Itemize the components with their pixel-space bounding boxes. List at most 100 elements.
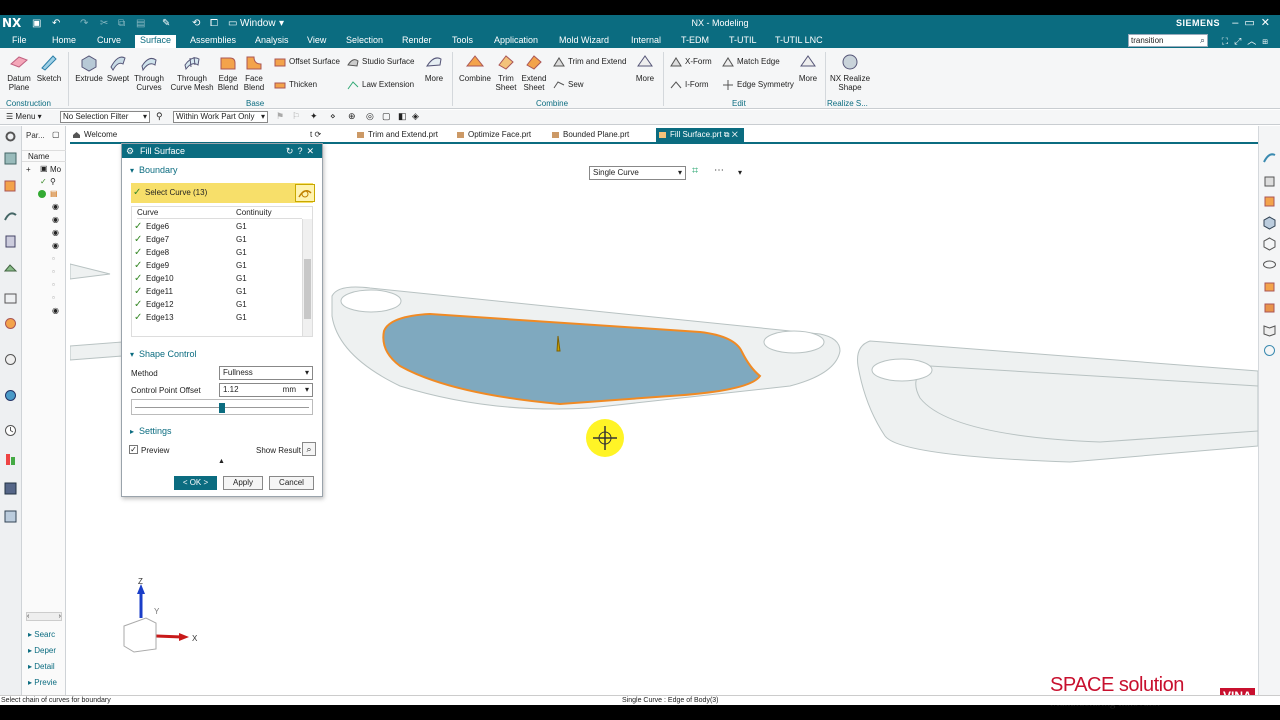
tab-analysis[interactable]: Analysis	[255, 35, 289, 46]
selection-filter-dropdown[interactable]: No Selection Filter	[60, 111, 150, 123]
ok-button[interactable]: < OK >	[174, 476, 217, 490]
trim-sheet-button[interactable]: Trim Sheet	[492, 52, 520, 92]
process-studio-icon[interactable]	[3, 352, 18, 367]
combine-button[interactable]: Combine	[458, 52, 492, 83]
shape-control-section-header[interactable]: Shape Control	[130, 349, 197, 359]
show-result-button[interactable]: ⌕	[302, 442, 316, 456]
offset-unit[interactable]: mm	[283, 384, 296, 396]
continuity-cell[interactable]: G1	[236, 311, 247, 324]
apply-button[interactable]: Apply	[223, 476, 263, 490]
boundary-section-header[interactable]: Boundary	[130, 165, 178, 175]
close-icon[interactable]: ✕	[306, 146, 318, 156]
globe-icon[interactable]	[3, 388, 18, 403]
history-icon[interactable]	[3, 316, 18, 331]
table-row[interactable]: ✓ Edge10 G1	[132, 272, 302, 285]
tab-selection[interactable]: Selection	[346, 35, 383, 46]
doc-tab-trim-and-extend[interactable]: Trim and Extend.prt	[354, 128, 444, 142]
match-edge-button[interactable]: Match Edge	[722, 56, 780, 68]
system-scenes-icon[interactable]	[3, 509, 18, 524]
analysis-view-icon[interactable]	[1262, 343, 1277, 358]
table-row[interactable]: ✓ Edge8 G1	[132, 246, 302, 259]
search-section[interactable]: ▸ Searc	[28, 630, 55, 639]
visible-eye-icon[interactable]: ◉	[52, 202, 59, 211]
select-all-icon[interactable]: ⚑	[276, 111, 284, 122]
tree-expand-icon[interactable]: +	[26, 165, 31, 174]
doc-tab-bounded-plane[interactable]: Bounded Plane.prt	[549, 128, 635, 142]
table-scrollbar[interactable]	[302, 219, 312, 336]
tab-internal[interactable]: Internal	[631, 35, 661, 46]
visible-eye-icon[interactable]: ◉	[52, 228, 59, 237]
sew-button[interactable]: Sew	[553, 79, 584, 91]
doc-tab-partial[interactable]: t ⟳	[306, 128, 327, 142]
hidden-box-icon[interactable]: ▫	[52, 293, 55, 302]
x-form-button[interactable]: X-Form	[670, 56, 712, 68]
offset-surface-button[interactable]: Offset Surface	[274, 56, 340, 68]
part-navigator-icon[interactable]	[3, 151, 18, 166]
curve-column-header[interactable]: Curve	[137, 207, 237, 219]
gear-icon[interactable]	[3, 129, 18, 144]
continuity-cell[interactable]: G1	[236, 246, 247, 259]
snap-point-icon[interactable]: ✦	[310, 111, 318, 122]
collapse-arrow-icon[interactable]: ▲	[218, 458, 225, 465]
tab-t-edm[interactable]: T-EDM	[681, 35, 709, 46]
deselect-icon[interactable]: ⚐	[292, 111, 300, 122]
view-cube[interactable]	[123, 617, 157, 653]
tab-assemblies[interactable]: Assemblies	[190, 35, 236, 46]
continuity-cell[interactable]: G1	[236, 272, 247, 285]
more-options-icon[interactable]: ⋯	[714, 165, 724, 176]
continuity-cell[interactable]: G1	[236, 285, 247, 298]
offset-slider[interactable]	[131, 399, 313, 415]
base-more-button[interactable]: More	[423, 52, 445, 83]
iso-view-icon[interactable]	[1262, 215, 1277, 230]
reset-icon[interactable]: ↻	[286, 146, 298, 156]
thicken-button[interactable]: Thicken	[274, 79, 317, 91]
system-materials-icon[interactable]	[3, 481, 18, 496]
snap-body-icon[interactable]: ◧	[398, 111, 407, 122]
slider-handle[interactable]	[219, 403, 225, 413]
hd3d-tools-icon[interactable]	[3, 261, 18, 276]
continuity-cell[interactable]: G1	[236, 233, 247, 246]
tab-home[interactable]: Home	[52, 35, 76, 46]
clip-section-icon[interactable]	[1262, 300, 1277, 315]
doc-tab-optimize-face[interactable]: Optimize Face.prt	[454, 128, 537, 142]
selection-scope-dropdown[interactable]: Within Work Part Only	[173, 111, 268, 123]
law-extension-button[interactable]: Law Extension	[347, 79, 414, 91]
i-form-button[interactable]: I-Form	[670, 79, 709, 91]
hidden-box-icon[interactable]: ▫	[52, 267, 55, 276]
tab-render[interactable]: Render	[402, 35, 432, 46]
extrude-button[interactable]: Extrude	[74, 52, 104, 83]
clock-icon[interactable]	[3, 423, 18, 438]
snap-face-icon[interactable]: ▢	[382, 111, 391, 122]
continuity-cell[interactable]: G1	[236, 220, 247, 233]
continuity-cell[interactable]: G1	[236, 259, 247, 272]
command-search-input[interactable]: transition ⌕	[1128, 34, 1208, 47]
through-curve-mesh-button[interactable]: Through Curve Mesh	[170, 52, 214, 92]
shaded-view-icon[interactable]	[1262, 150, 1277, 165]
doc-tab-welcome[interactable]: Welcome	[70, 128, 123, 142]
filter-reset-icon[interactable]: ⚲	[156, 111, 163, 122]
reuse-library-icon[interactable]	[3, 234, 18, 249]
sketch-button[interactable]: Sketch	[36, 52, 62, 83]
snap-center-icon[interactable]: ◎	[366, 111, 374, 122]
control-point-offset-input[interactable]: 1.12 mm ▾	[219, 383, 313, 397]
tab-t-util-lnc[interactable]: T-UTIL LNC	[775, 35, 823, 46]
fit-view-icon[interactable]	[1262, 174, 1277, 189]
visible-eye-icon[interactable]: ◉	[52, 241, 59, 250]
constraint-navigator-icon[interactable]	[3, 208, 18, 223]
through-curves-button[interactable]: Through Curves	[132, 52, 166, 92]
studio-surface-button[interactable]: Studio Surface	[347, 56, 414, 68]
edge-symmetry-button[interactable]: Edge Symmetry	[722, 79, 794, 91]
tab-curve[interactable]: Curve	[97, 35, 121, 46]
scrollbar-thumb[interactable]	[304, 259, 311, 319]
tab-tools[interactable]: Tools	[452, 35, 473, 46]
hidden-box-icon[interactable]: ▫	[52, 280, 55, 289]
hidden-box-icon[interactable]: ▫	[52, 254, 55, 263]
snap-intersection-icon[interactable]: ⌗	[692, 165, 698, 178]
wireframe-view-icon[interactable]	[1262, 236, 1277, 251]
pin-icon[interactable]: ▢	[52, 130, 60, 139]
tab-mold-wizard[interactable]: Mold Wizard	[559, 35, 609, 46]
swept-button[interactable]: Swept	[104, 52, 132, 83]
nx-realize-shape-button[interactable]: NX Realize Shape	[830, 52, 870, 92]
datum-plane-button[interactable]: Datum Plane	[4, 52, 34, 92]
window-controls[interactable]: –▭✕	[1232, 16, 1276, 29]
